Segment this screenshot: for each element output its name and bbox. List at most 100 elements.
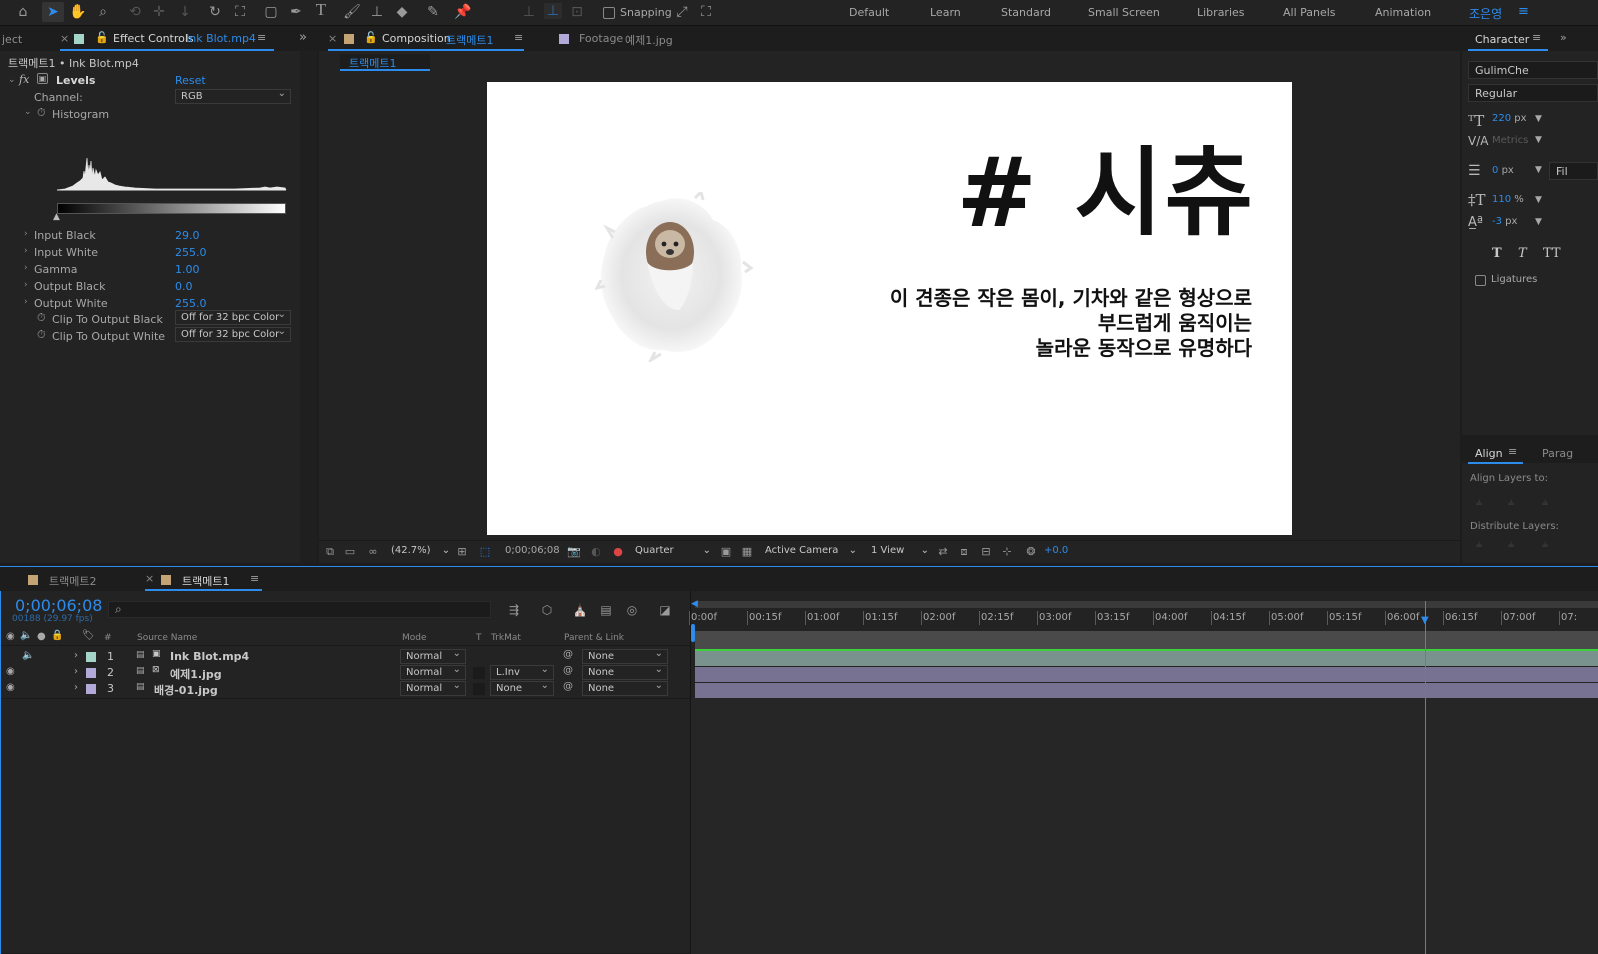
expand-prop-icon[interactable]: › [24, 297, 28, 307]
layer-mode-dropdown[interactable]: Normal [400, 647, 466, 664]
pickwhip-icon[interactable]: @ [563, 665, 573, 676]
toggle-pixel-aspect-icon[interactable]: ⇄ [936, 544, 950, 560]
grid-icon[interactable]: ⊞ [455, 544, 469, 560]
layer-row[interactable]: ◉ › 3 ▤ 배경-01.jpg Normal None @ None [0, 679, 688, 698]
draft-3d-icon[interactable]: ⬡ [539, 602, 555, 618]
distribute-bottom-icon[interactable]: ⫨ [1542, 537, 1548, 551]
type-tool-icon[interactable]: T [312, 1, 330, 18]
motion-blur-icon[interactable]: ◎ [624, 602, 640, 618]
layer-mode-dropdown[interactable]: Normal [400, 663, 466, 680]
expand-prop-icon[interactable]: › [24, 246, 28, 256]
prop-value-output-black[interactable]: 0.0 [175, 280, 193, 293]
pan-camera-icon[interactable]: ✛ [150, 4, 168, 20]
monitor-icon[interactable]: ▭ [343, 544, 357, 560]
clip-white-dropdown[interactable]: Off for 32 bpc Color [175, 325, 291, 342]
show-snapshot-icon[interactable]: ◐ [589, 544, 603, 560]
axis-local-icon[interactable]: ⊥ [520, 4, 538, 20]
baseline-shift-value[interactable]: -3 px [1492, 216, 1517, 227]
eraser-tool-icon[interactable]: ◆ [393, 4, 411, 20]
camera-dropdown[interactable]: Active Camera ⌄ [765, 545, 859, 556]
layer-trkmat-dropdown[interactable]: None [490, 679, 554, 696]
mask-visibility-icon[interactable]: ⬚ [478, 544, 492, 560]
histogram-graph[interactable] [55, 153, 288, 193]
faux-bold-icon[interactable]: T [1492, 246, 1502, 261]
composition-tab-label[interactable]: Composition [382, 32, 451, 45]
view-layout-dropdown[interactable]: 1 View ⌄ [871, 545, 929, 556]
layer-row[interactable]: 🔈 › 1 ▤ ▣ Ink Blot.mp4 Normal @ None [0, 647, 688, 665]
pan-behind-icon[interactable]: ⛶ [231, 4, 249, 20]
region-of-interest-icon[interactable]: ▣ [719, 544, 733, 560]
orbit-camera-icon[interactable]: ⟲ [126, 4, 144, 20]
faux-italic-icon[interactable]: T [1518, 246, 1527, 261]
character-tab[interactable]: Character [1475, 33, 1529, 46]
playhead-head[interactable]: ▼ [1421, 615, 1429, 626]
project-tab[interactable]: ject [2, 33, 22, 46]
zoom-tool-icon[interactable]: ⌕ [94, 4, 112, 20]
expand-layer-icon[interactable]: › [74, 666, 78, 677]
workspace-default[interactable]: Default [849, 6, 889, 19]
panel-menu-icon[interactable]: ≡ [1508, 445, 1517, 458]
clip-black-dropdown[interactable]: Off for 32 bpc Color [175, 308, 291, 325]
playhead-line[interactable] [1425, 601, 1426, 954]
effect-controls-tab-label[interactable]: Effect Controls [113, 32, 194, 45]
footage-tab-label[interactable]: Footage [579, 32, 623, 45]
kerning-value[interactable]: Metrics [1492, 135, 1528, 146]
expand-prop-icon[interactable]: › [24, 229, 28, 239]
eye-icon[interactable]: ◉ [6, 666, 15, 677]
layer-bar-2[interactable] [695, 667, 1598, 682]
expand-prop-icon[interactable]: › [24, 280, 28, 290]
workspace-animation[interactable]: Animation [1375, 6, 1431, 19]
color-channel-icon[interactable]: ● [611, 544, 625, 560]
col-parent[interactable]: Parent & Link [564, 633, 624, 643]
layer-mode-dropdown[interactable]: Normal [400, 679, 466, 696]
layer-name[interactable]: 예제1.jpg [170, 666, 222, 682]
close-icon[interactable]: × [145, 572, 154, 585]
pickwhip-icon[interactable]: @ [563, 681, 573, 692]
snapping-checkbox[interactable] [603, 7, 615, 19]
effect-panel-scrollbar[interactable] [300, 51, 317, 563]
always-preview-icon[interactable]: ⧉ [323, 544, 337, 560]
layer-name[interactable]: 배경-01.jpg [154, 682, 218, 698]
footage-tab-name[interactable]: 예제1.jpg [625, 32, 673, 48]
expand-prop-icon[interactable]: › [24, 263, 28, 273]
timeline-time-area[interactable]: ◀ 0:00f 00:15f 01:00f 01:15f 02:00f 02:15f 03:… [689, 591, 1598, 954]
output-black-slider[interactable]: ▲ [53, 212, 60, 222]
layer-search-input[interactable]: ⌕ [108, 601, 491, 618]
layer-parent-dropdown[interactable]: None [582, 663, 668, 680]
layer-label-swatch[interactable] [86, 668, 96, 678]
layer-parent-dropdown[interactable]: None [582, 679, 668, 696]
label-column-icon[interactable]: 🏷 [82, 630, 95, 641]
stopwatch-icon[interactable]: ⏱ [37, 328, 46, 342]
comp-mini-flowchart-icon[interactable]: ⇶ [506, 602, 522, 618]
eye-icon[interactable]: ◉ [6, 682, 15, 693]
col-source-name[interactable]: Source Name [137, 633, 197, 643]
panel-menu-icon[interactable]: ≡ [1532, 31, 1541, 44]
vertical-scale-value[interactable]: 110 % [1492, 194, 1524, 205]
layer-label-swatch[interactable] [86, 652, 96, 662]
workspace-standard[interactable]: Standard [1001, 6, 1051, 19]
workspace-small-screen[interactable]: Small Screen [1088, 6, 1160, 19]
preserve-transparency-box[interactable] [473, 683, 485, 695]
flowchart-icon[interactable]: ⊹ [1000, 544, 1014, 560]
rectangle-tool-icon[interactable]: ▢ [262, 4, 280, 20]
align-left-icon[interactable]: ⫨ [1476, 495, 1482, 509]
lock-icon[interactable]: 🔓 [364, 31, 378, 44]
layer-bar-3[interactable] [695, 683, 1598, 698]
timeline-tab-1[interactable]: 트랙메트2 [49, 573, 96, 589]
timeline-timecode[interactable]: 0;00;06;08 [15, 596, 102, 615]
expand-layer-icon[interactable]: › [74, 650, 78, 661]
col-trkmat[interactable]: TrkMat [491, 633, 521, 643]
workspace-libraries[interactable]: Libraries [1197, 6, 1245, 19]
work-area-bar[interactable] [695, 601, 1598, 608]
workspace-learn[interactable]: Learn [930, 6, 961, 19]
brush-tool-icon[interactable]: 🖌 [343, 4, 361, 20]
comp-subtab[interactable]: 트랙메트1 [340, 54, 430, 71]
prop-value-gamma[interactable]: 1.00 [175, 263, 200, 276]
dolly-camera-icon[interactable]: ↓ [176, 4, 194, 20]
align-tab[interactable]: Align [1475, 447, 1503, 460]
distribute-top-icon[interactable]: ⫨ [1476, 537, 1482, 551]
solo-icon[interactable]: ● [37, 631, 46, 642]
distribute-center-icon[interactable]: ⫨ [1508, 537, 1514, 551]
composition-tab-name[interactable]: 트랙메트1 [446, 32, 493, 48]
reset-button[interactable]: Reset [175, 74, 206, 87]
